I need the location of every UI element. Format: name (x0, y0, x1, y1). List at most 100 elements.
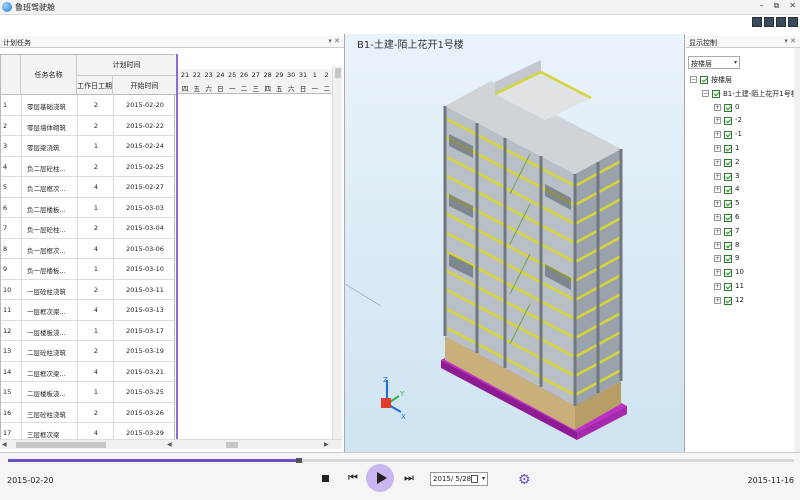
expand-icon[interactable]: + (714, 200, 721, 208)
minimize-button[interactable]: – (760, 1, 764, 11)
play-button[interactable] (366, 464, 394, 492)
model-3d-view[interactable]: B1-土建-陌上花开1号楼 Z Y X (344, 34, 685, 452)
table-row[interactable]: 15 二层楼板浇... 1 2015-03-25 (1, 382, 176, 403)
stack-icon[interactable] (788, 17, 798, 27)
checkbox-checked[interactable] (724, 213, 732, 222)
checkbox-checked[interactable] (724, 186, 732, 195)
stop-button[interactable] (319, 467, 331, 489)
start-time-header[interactable]: 开始时间 (113, 75, 176, 95)
view-mode-icon[interactable] (752, 17, 762, 27)
document-icon[interactable] (776, 17, 786, 27)
workdays-header[interactable]: 工作日工期 (77, 75, 113, 95)
timeline-handle[interactable] (295, 458, 302, 463)
current-date-picker[interactable]: 2015/ 5/28 ▾ (430, 472, 488, 486)
tree-floor-item[interactable]: +5 (690, 198, 798, 212)
gear-icon[interactable]: ⚙ (518, 472, 531, 488)
expand-icon[interactable]: + (714, 213, 721, 221)
tree-root[interactable]: − 按楼层 (690, 74, 798, 88)
expand-icon[interactable]: + (714, 255, 721, 263)
timeline-slider[interactable] (8, 458, 794, 463)
scroll-left-icon[interactable]: ◀ (167, 441, 172, 448)
tree-floor-item[interactable]: +9 (690, 253, 798, 267)
table-row[interactable]: 14 二层框次梁... 4 2015-03-21 (1, 361, 176, 382)
tree-floor-item[interactable]: +4 (690, 184, 798, 198)
tree-floor-item[interactable]: +3 (690, 171, 798, 185)
table-row[interactable]: 4 负二层砼柱... 2 2015-02-25 (1, 156, 176, 177)
table-row[interactable]: 16 三层砼柱浇筑 2 2015-03-26 (1, 402, 176, 423)
tree-floor-item[interactable]: +7 (690, 226, 798, 240)
table-row[interactable]: 6 负二层楼板... 1 2015-03-03 (1, 197, 176, 218)
table-row[interactable]: 7 负一层砼柱... 2 2015-03-04 (1, 218, 176, 239)
table-row[interactable]: 2 零层墙体砌筑 2 2015-02-22 (1, 115, 176, 136)
grid-vertical-scrollbar[interactable] (332, 66, 342, 442)
right-panel-scrollbar[interactable] (794, 48, 800, 452)
layout-icon[interactable] (764, 17, 774, 27)
checkbox-checked[interactable] (724, 200, 732, 209)
checkbox-checked[interactable] (724, 227, 732, 236)
table-row[interactable]: 3 零层梁浇筑 1 2015-02-24 (1, 136, 176, 157)
scroll-right-icon[interactable]: ▶ (324, 441, 329, 448)
fast-forward-button[interactable]: ⏭ (400, 467, 418, 489)
close-button[interactable]: ✕ (789, 1, 796, 11)
checkbox-checked[interactable] (724, 172, 732, 181)
checkbox-checked[interactable] (724, 103, 732, 112)
checkbox-checked[interactable] (712, 89, 720, 98)
table-row[interactable]: 13 二层砼柱浇筑 2 2015-03-19 (1, 341, 176, 362)
gantt-chart[interactable]: 21 四 22 五 23 六 24 日 25 一 26 二 27 三 28 四 29 五 30 六 31 日 1 一 2 二 (176, 54, 334, 442)
table-row[interactable]: 11 一层框次梁... 4 2015-03-13 (1, 300, 176, 321)
table-row[interactable]: 9 负一层楼板... 1 2015-03-10 (1, 259, 176, 280)
grid-horizontal-scrollbar[interactable]: ◀ ◀ ▶ (0, 439, 342, 449)
table-row[interactable]: 8 负一层框次... 4 2015-03-06 (1, 238, 176, 259)
grid-line (113, 402, 114, 422)
rewind-button[interactable]: ⏮ (344, 467, 362, 489)
table-row[interactable]: 5 负二层框次... 4 2015-02-27 (1, 177, 176, 198)
expand-icon[interactable]: + (714, 117, 721, 125)
panel-controls[interactable]: ▾ ✕ (784, 37, 796, 45)
checkbox-checked[interactable] (724, 158, 732, 167)
panel-controls[interactable]: ▾ ✕ (328, 37, 340, 45)
table-row[interactable]: 1 零层基础浇筑 2 2015-02-20 (1, 95, 176, 116)
expand-icon[interactable]: + (714, 131, 721, 139)
restore-button[interactable]: ⧉ (774, 1, 780, 11)
group-by-select[interactable]: 按楼层 ▾ (688, 56, 740, 69)
tree-floor-item[interactable]: +10 (690, 267, 798, 281)
task-name-header[interactable]: 任务名称 (21, 55, 77, 95)
tree-floor-item[interactable]: +6 (690, 212, 798, 226)
collapse-icon[interactable]: − (690, 76, 697, 83)
calendar-icon[interactable] (471, 475, 478, 483)
panel-title: 计划任务 (3, 39, 31, 47)
checkbox-checked[interactable] (724, 255, 732, 264)
cell-dur: 1 (93, 265, 99, 273)
expand-icon[interactable]: + (714, 227, 721, 235)
table-row[interactable]: 12 一层楼板浇... 1 2015-03-17 (1, 320, 176, 341)
expand-icon[interactable]: + (714, 269, 721, 277)
tree-floor-item[interactable]: +8 (690, 240, 798, 254)
expand-icon[interactable]: + (714, 282, 721, 290)
checkbox-checked[interactable] (724, 131, 732, 140)
checkbox-checked[interactable] (724, 117, 732, 126)
checkbox-checked[interactable] (724, 241, 732, 250)
tree-floor-item[interactable]: +1 (690, 143, 798, 157)
scroll-left-icon[interactable]: ◀ (2, 441, 7, 448)
tree-floor-item[interactable]: +2 (690, 157, 798, 171)
tree-floor-item[interactable]: +0 (690, 102, 798, 116)
expand-icon[interactable]: + (714, 103, 721, 111)
expand-icon[interactable]: + (714, 172, 721, 180)
table-row[interactable]: 10 一层砼柱浇筑 2 2015-03-11 (1, 279, 176, 300)
tree-floor-item[interactable]: + -1 (690, 129, 798, 143)
expand-icon[interactable]: + (714, 158, 721, 166)
tree-project[interactable]: − B1-土建-陌上花开1号楼 (690, 88, 798, 102)
checkbox-checked[interactable] (724, 269, 732, 278)
expand-icon[interactable]: + (714, 186, 721, 194)
tree-floor-item[interactable]: +12 (690, 295, 798, 309)
checkbox-checked[interactable] (724, 282, 732, 291)
expand-icon[interactable]: + (714, 241, 721, 249)
checkbox-checked[interactable] (724, 296, 732, 305)
tree-floor-item[interactable]: +11 (690, 281, 798, 295)
checkbox-checked[interactable] (700, 76, 708, 84)
expand-icon[interactable]: + (714, 296, 721, 304)
expand-icon[interactable]: + (714, 144, 721, 152)
tree-floor-item[interactable]: + -2 (690, 115, 798, 129)
collapse-icon[interactable]: − (702, 89, 709, 97)
checkbox-checked[interactable] (724, 144, 732, 153)
